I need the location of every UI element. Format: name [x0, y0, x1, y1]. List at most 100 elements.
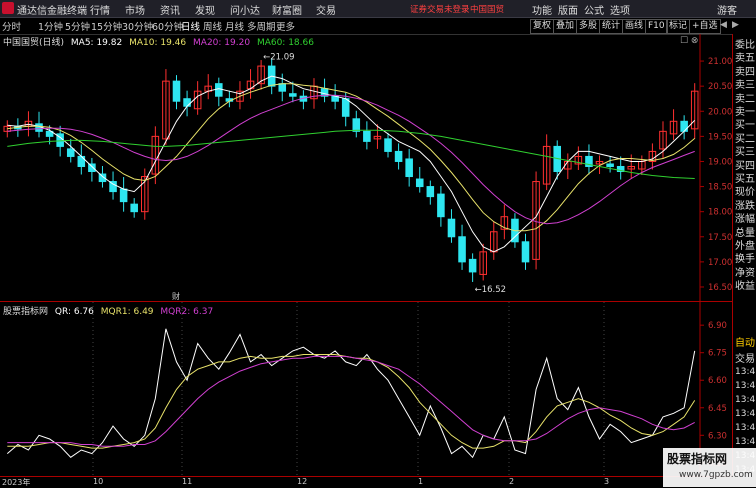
candlestick-chart[interactable]: 21.00 20.50 20.00 19.50 19.00 18.50 18.00 17.50… [0, 34, 732, 302]
price-tick-label: 17.50 [708, 233, 732, 243]
menu-item-formula[interactable]: 公式 [584, 2, 604, 17]
menu-item-quotes[interactable]: 行情 [90, 2, 110, 17]
broker-name: 中国国贸 [470, 5, 505, 15]
trade-label[interactable]: 交易 [735, 350, 755, 365]
menu-item-market[interactable]: 市场 [125, 2, 145, 17]
stats-button[interactable]: 统计 [599, 19, 624, 34]
next-icon[interactable]: ▶ [730, 19, 741, 32]
menu-item-news[interactable]: 资讯 [160, 2, 180, 17]
menu-item-trade[interactable]: 交易 [316, 2, 336, 17]
candle-body [394, 150, 403, 162]
candle-body [66, 148, 75, 157]
low-annotation: ←16.52 [475, 285, 506, 295]
time-tick: 10 [93, 477, 104, 486]
candlestick-chart-panel[interactable]: 21.00 20.50 20.00 19.50 19.00 18.50 18.00 17.50… [0, 34, 732, 302]
candle-body [172, 80, 181, 102]
main-legend: 中国国贸(日线) MA5: 19.82 MA10: 19.46 MA20: 19… [3, 35, 314, 48]
period-tab-1min[interactable]: 1分钟 [38, 19, 63, 33]
tick-time: 13:4 [735, 395, 756, 405]
price-tick-label: 19.00 [708, 157, 732, 167]
user-label[interactable]: 游客 [717, 2, 737, 17]
multi-stock-button[interactable]: 多股 [576, 19, 601, 34]
draw-line-button[interactable]: 画线 [622, 19, 647, 34]
candle-body [183, 98, 191, 107]
overlay-button[interactable]: 叠加 [553, 19, 578, 34]
tick-time: 13:4 [735, 409, 756, 419]
quote-field-label: 收益 [735, 281, 755, 293]
indicator-tick-label: 6.75 [708, 349, 727, 359]
price-tick-label: 17.00 [708, 258, 732, 268]
time-tick: 2023年 [2, 478, 31, 487]
prev-icon[interactable]: ◀ [718, 19, 729, 32]
period-tab-5min[interactable]: 5分钟 [65, 19, 90, 33]
price-tick-label: 20.00 [708, 107, 732, 117]
tick-time: 13:4 [735, 423, 756, 433]
candle-body [119, 188, 128, 203]
indicator-chart[interactable]: 6.906.756.606.456.306.15 [0, 302, 732, 476]
period-tab-daily[interactable]: 日线 [181, 19, 200, 33]
mqr1-legend: MQR1: 6.49 [100, 307, 154, 317]
candle-body [426, 186, 435, 198]
period-tab-monthly[interactable]: 月线 [225, 19, 244, 33]
add-watchlist-button[interactable]: +自选 [689, 19, 721, 34]
menu-item-discover[interactable]: 发现 [195, 2, 215, 17]
ma10-legend: MA10: 19.46 [129, 38, 187, 48]
price-tick-label: 16.50 [708, 283, 732, 293]
time-tick: 3 [604, 477, 610, 486]
menu-item-ask[interactable]: 问小达 [230, 2, 260, 17]
candle-body [437, 193, 445, 218]
watermark-url: www.7gpzb.com [679, 470, 753, 480]
price-tick-label: 21.00 [708, 57, 732, 67]
menu-item-options[interactable]: 选项 [610, 2, 630, 17]
indicator-chart-panel[interactable]: 6.906.756.606.456.306.15 股票指标网 QR: 6.76 … [0, 302, 732, 476]
period-tab-weekly[interactable]: 周线 [203, 19, 222, 33]
candle-body [289, 93, 297, 97]
period-tab-more[interactable]: 更多 [276, 19, 295, 33]
menu-item-layout[interactable]: 版面 [558, 2, 578, 17]
time-tick: 12 [297, 477, 308, 486]
candle-body [130, 203, 138, 213]
high-annotation: ←21.09 [263, 53, 294, 63]
mark-button[interactable]: 标记 [666, 19, 691, 34]
menu-item-wealth[interactable]: 财富圈 [272, 2, 302, 17]
period-tab-60min[interactable]: 60分钟 [152, 19, 183, 33]
time-tick: 1 [418, 477, 424, 486]
candle-body [521, 241, 530, 263]
period-tab-intraday[interactable]: 分时 [2, 19, 21, 33]
price-tick-label: 18.00 [708, 208, 732, 218]
indicator-name-label: 股票指标网 [3, 307, 49, 317]
auto-label[interactable]: 自动 [735, 334, 755, 349]
event-marker: 财 [172, 291, 180, 301]
candle-body [458, 236, 466, 263]
panel-settings-icon[interactable]: ☐ ⊗ [680, 36, 698, 46]
app-logo-icon [2, 2, 14, 14]
login-status[interactable]: 证券交易未登录 [410, 3, 470, 15]
indicator-tick-label: 6.60 [708, 376, 727, 386]
period-tab-15min[interactable]: 15分钟 [91, 19, 122, 33]
candle-body [680, 120, 688, 132]
candle-body [352, 118, 361, 132]
menu-bar: 通达信金融终端 行情 市场 资讯 发现 问小达 财富圈 交易 证券交易未登录 中… [0, 0, 756, 18]
ma5-legend: MA5: 19.82 [70, 38, 123, 48]
candle-body [384, 138, 392, 152]
candle-body [468, 258, 477, 273]
indicator-tick-label: 6.90 [708, 321, 727, 331]
mqr2-line [7, 355, 695, 447]
candle-body [88, 163, 96, 173]
menu-item-functions[interactable]: 功能 [532, 2, 552, 17]
indicator-tick-label: 6.30 [708, 431, 727, 441]
period-tab-30min[interactable]: 30分钟 [122, 19, 153, 33]
stock-name-label: 中国国贸(日线) [3, 38, 65, 48]
f10-button[interactable]: F10 [645, 19, 668, 34]
ma60-legend: MA60: 18.66 [256, 38, 314, 48]
adjust-button[interactable]: 复权 [530, 19, 555, 34]
watermark-title: 股票指标网 [667, 452, 728, 466]
price-tick-label: 18.50 [708, 183, 732, 193]
watermark: 股票指标网 www.7gpzb.com [663, 448, 756, 487]
candle-body [606, 163, 614, 167]
candle-body [447, 218, 456, 238]
period-tab-multi[interactable]: 多周期 [247, 19, 276, 33]
tick-time: 13:4 [735, 381, 756, 391]
app-title: 通达信金融终端 [17, 6, 87, 17]
time-tick: 11 [182, 477, 193, 486]
